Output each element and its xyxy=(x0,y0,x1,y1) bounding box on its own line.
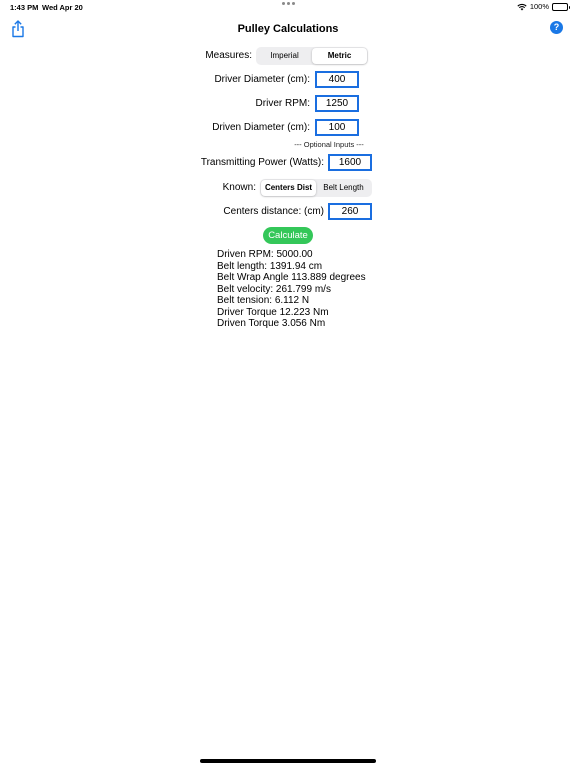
measures-label: Measures: xyxy=(205,50,252,61)
navigation-bar: Pulley Calculations ? xyxy=(0,14,576,44)
wifi-icon xyxy=(517,3,527,11)
calculate-button[interactable]: Calculate xyxy=(263,227,313,244)
home-indicator[interactable] xyxy=(200,759,376,763)
segment-belt-length[interactable]: Belt Length xyxy=(316,180,371,196)
driver-diameter-label: Driver Diameter (cm): xyxy=(214,74,310,85)
driver-rpm-input[interactable] xyxy=(315,95,359,112)
result-driven-rpm: Driven RPM: 5000.00 xyxy=(217,249,313,260)
results-panel: Driven RPM: 5000.00 Belt length: 1391.94… xyxy=(217,249,366,330)
segment-imperial[interactable]: Imperial xyxy=(257,48,312,64)
result-belt-velocity: Belt velocity: 261.799 m/s xyxy=(217,283,331,295)
result-belt-length: Belt length: 1391.94 cm xyxy=(217,260,323,272)
measures-segmented-control[interactable]: Imperial Metric xyxy=(256,47,368,65)
known-label: Known: xyxy=(222,182,256,193)
status-right: 100% xyxy=(517,2,570,11)
driven-diameter-label: Driven Diameter (cm): xyxy=(212,122,310,133)
status-date: Wed Apr 20 xyxy=(42,3,83,12)
transmitting-power-input[interactable] xyxy=(328,154,372,171)
result-belt-tension: Belt tension: 6.112 N xyxy=(217,295,310,306)
battery-percent: 100% xyxy=(529,2,549,11)
help-icon[interactable]: ? xyxy=(550,21,563,34)
battery-icon xyxy=(552,2,570,11)
driven-diameter-input[interactable] xyxy=(315,119,359,136)
driver-diameter-input[interactable] xyxy=(315,71,359,88)
result-driven-torque: Driven Torque 3.056 Nm xyxy=(217,318,326,329)
status-time: 1:43 PM xyxy=(10,3,39,12)
centers-distance-label: Centers distance: (cm) xyxy=(223,206,324,217)
status-bar: 1:43 PM Wed Apr 20 100% xyxy=(0,0,576,14)
page-title: Pulley Calculations xyxy=(237,23,339,35)
known-segmented-control[interactable]: Centers Dist Belt Length xyxy=(260,179,372,197)
optional-inputs-note: --- Optional Inputs --- xyxy=(294,140,364,149)
multitasking-dots[interactable] xyxy=(282,2,295,5)
centers-distance-input[interactable] xyxy=(328,203,372,220)
transmitting-power-label: Transmitting Power (Watts): xyxy=(200,157,324,168)
result-belt-wrap-angle: Belt Wrap Angle 113.889 degrees xyxy=(217,272,366,283)
result-driver-torque: Driver Torque 12.223 Nm xyxy=(217,306,329,318)
driver-rpm-label: Driver RPM: xyxy=(255,98,310,109)
segment-metric[interactable]: Metric xyxy=(312,48,367,64)
segment-centers-dist[interactable]: Centers Dist xyxy=(261,180,316,196)
